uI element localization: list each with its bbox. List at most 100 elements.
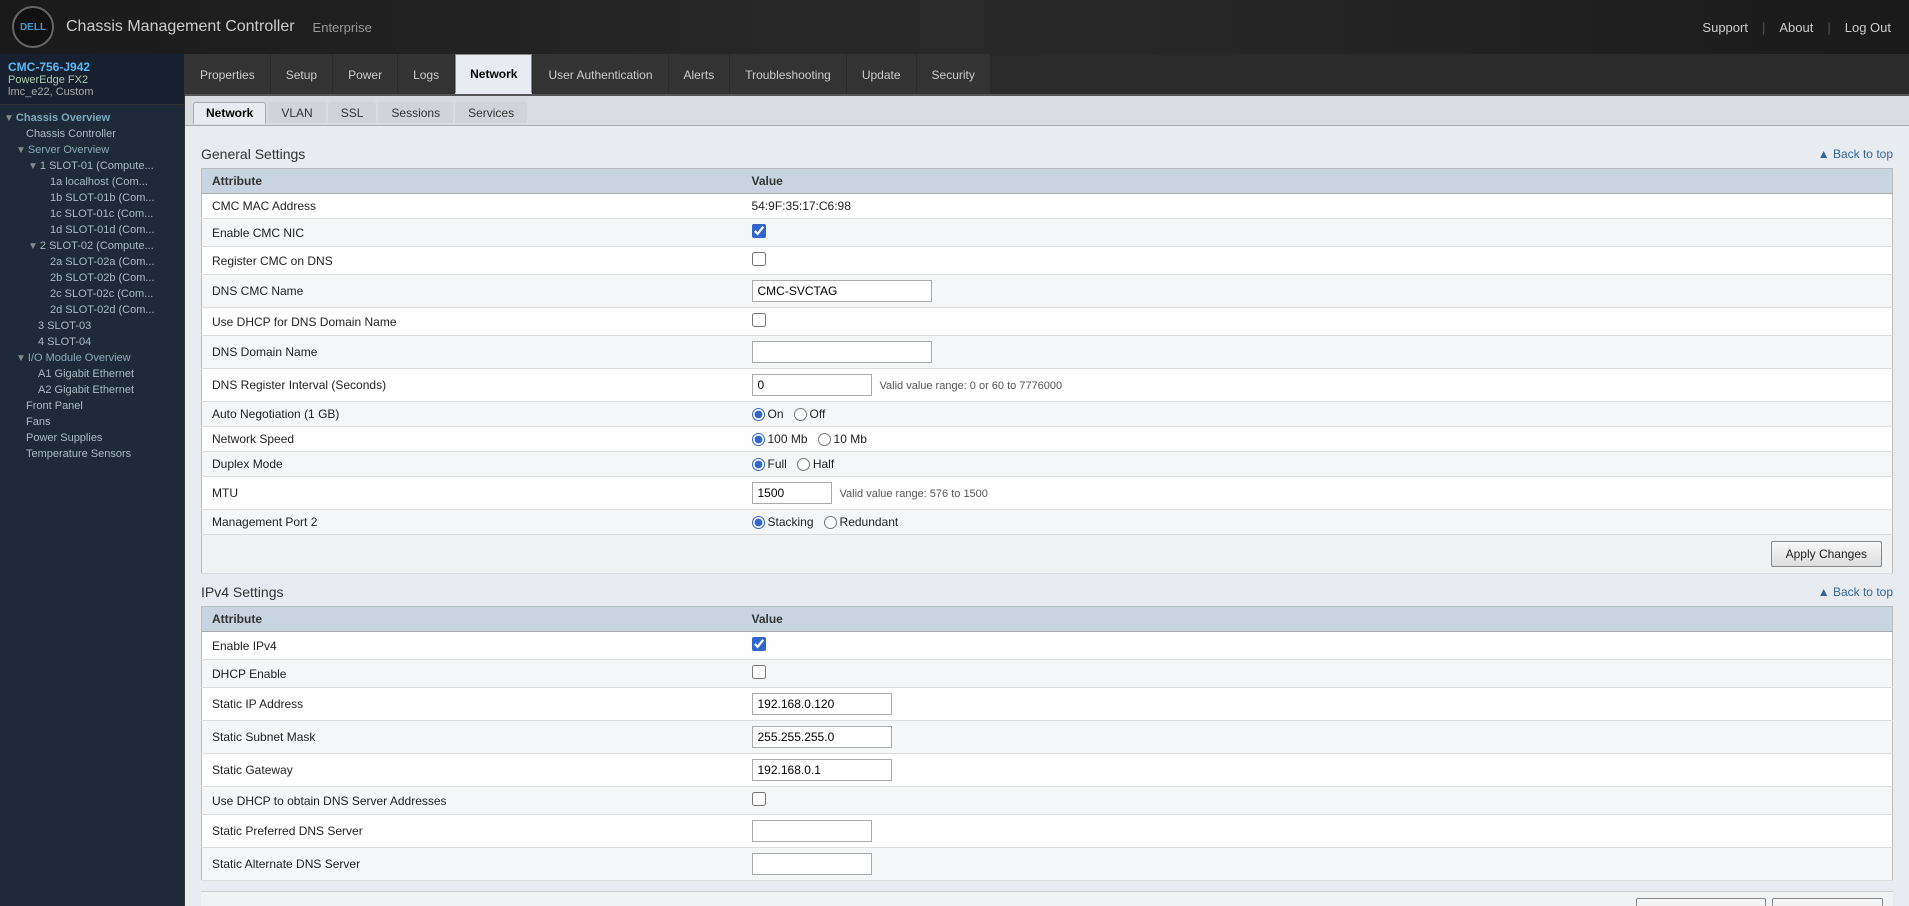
val-cell-4[interactable] <box>742 308 1893 336</box>
checkbox-4[interactable] <box>752 313 766 327</box>
radio-7-Off[interactable] <box>794 408 807 421</box>
sidebar-item-8[interactable]: ▼2 SLOT-02 (Compute... <box>0 238 184 254</box>
sidebar-item-4[interactable]: 1a localhost (Com... <box>0 174 184 190</box>
val-cell-6[interactable]: Valid value range: 0 or 60 to 7776000 <box>742 369 1893 402</box>
val-cell-7[interactable]: OnOff <box>742 402 1893 427</box>
tab-setup[interactable]: Setup <box>271 54 332 94</box>
val-cell-2[interactable] <box>742 688 1893 721</box>
dell-logo: DELL <box>12 6 54 48</box>
about-link[interactable]: About <box>1773 20 1819 35</box>
sidebar-item-9[interactable]: 2a SLOT-02a (Com... <box>0 254 184 270</box>
input-text-3[interactable] <box>752 726 892 748</box>
val-cell-8[interactable]: 100 Mb10 Mb <box>742 427 1893 452</box>
val-cell-11[interactable]: StackingRedundant <box>742 510 1893 535</box>
table-row: Static Gateway <box>202 754 1893 787</box>
sidebar-item-12[interactable]: 2d SLOT-02d (Com... <box>0 302 184 318</box>
val-cell-6[interactable] <box>742 815 1893 848</box>
input-text-3[interactable] <box>752 280 932 302</box>
checkbox-0[interactable] <box>752 637 766 651</box>
sub-tab-ssl[interactable]: SSL <box>328 102 377 123</box>
sub-tab-services[interactable]: Services <box>455 102 527 123</box>
sidebar-item-18[interactable]: Front Panel <box>0 398 184 414</box>
attr-cell-4: Static Gateway <box>202 754 742 787</box>
sidebar-item-14[interactable]: 4 SLOT-04 <box>0 334 184 350</box>
tab-logs[interactable]: Logs <box>398 54 454 94</box>
val-cell-10[interactable]: Valid value range: 576 to 1500 <box>742 477 1893 510</box>
input-number-6[interactable] <box>752 374 872 396</box>
input-text-2[interactable] <box>752 693 892 715</box>
val-cell-2[interactable] <box>742 247 1893 275</box>
radio-11-Stacking[interactable] <box>752 516 765 529</box>
input-text-6[interactable] <box>752 820 872 842</box>
checkbox-5[interactable] <box>752 792 766 806</box>
sub-tab-sessions[interactable]: Sessions <box>378 102 453 123</box>
attr-cell-9: Duplex Mode <box>202 452 742 477</box>
val-cell-7[interactable] <box>742 848 1893 881</box>
val-cell-3[interactable] <box>742 721 1893 754</box>
advanced-settings-button[interactable]: Advanced Settings <box>1636 898 1766 906</box>
sidebar-item-0[interactable]: ▼Chassis Overview <box>0 109 184 126</box>
radio-11-Redundant[interactable] <box>824 516 837 529</box>
attr-cell-5: DNS Domain Name <box>202 336 742 369</box>
table-row: DNS Domain Name <box>202 336 1893 369</box>
val-cell-4[interactable] <box>742 754 1893 787</box>
tab-power[interactable]: Power <box>333 54 397 94</box>
sub-tab-network[interactable]: Network <box>193 102 266 124</box>
tab-alerts[interactable]: Alerts <box>669 54 730 94</box>
radio-9-Half[interactable] <box>797 458 810 471</box>
attr-cell-1: Enable CMC NIC <box>202 219 742 247</box>
tab-properties[interactable]: Properties <box>185 54 270 94</box>
tab-troubleshooting[interactable]: Troubleshooting <box>730 54 846 94</box>
radio-8-10 Mb[interactable] <box>818 433 831 446</box>
sidebar-item-6[interactable]: 1c SLOT-01c (Com... <box>0 206 184 222</box>
ipv4-apply-changes-button[interactable]: Apply Changes <box>1772 898 1883 906</box>
sidebar-item-16[interactable]: A1 Gigabit Ethernet <box>0 366 184 382</box>
checkbox-2[interactable] <box>752 252 766 266</box>
val-cell-0: 54:9F:35:17:C6:98 <box>742 194 1893 219</box>
sidebar-item-3[interactable]: ▼1 SLOT-01 (Compute... <box>0 158 184 174</box>
tab-security[interactable]: Security <box>917 54 990 94</box>
sidebar-item-11[interactable]: 2c SLOT-02c (Com... <box>0 286 184 302</box>
sidebar-item-17[interactable]: A2 Gigabit Ethernet <box>0 382 184 398</box>
layout: CMC-756-J942 PowerEdge FX2 lmc_e22, Cust… <box>0 54 1909 906</box>
radio-8-100 Mb[interactable] <box>752 433 765 446</box>
input-text-5[interactable] <box>752 341 932 363</box>
checkbox-1[interactable] <box>752 224 766 238</box>
tab-network[interactable]: Network <box>455 54 532 94</box>
val-cell-5[interactable] <box>742 787 1893 815</box>
val-cell-9[interactable]: FullHalf <box>742 452 1893 477</box>
radio-7-On[interactable] <box>752 408 765 421</box>
checkbox-1[interactable] <box>752 665 766 679</box>
input-number-10[interactable] <box>752 482 832 504</box>
logout-link[interactable]: Log Out <box>1839 20 1897 35</box>
sidebar-item-15[interactable]: ▼I/O Module Overview <box>0 350 184 366</box>
sidebar-item-21[interactable]: Temperature Sensors <box>0 446 184 462</box>
sidebar-item-5[interactable]: 1b SLOT-01b (Com... <box>0 190 184 206</box>
val-cell-5[interactable] <box>742 336 1893 369</box>
val-cell-0[interactable] <box>742 632 1893 660</box>
sidebar-item-10[interactable]: 2b SLOT-02b (Com... <box>0 270 184 286</box>
sidebar-item-20[interactable]: Power Supplies <box>0 430 184 446</box>
ipv4-back-to-top[interactable]: ▲ Back to top <box>1818 585 1893 599</box>
table-row: Static IP Address <box>202 688 1893 721</box>
sidebar-item-13[interactable]: 3 SLOT-03 <box>0 318 184 334</box>
sidebar-item-19[interactable]: Fans <box>0 414 184 430</box>
sidebar-item-7[interactable]: 1d SLOT-01d (Com... <box>0 222 184 238</box>
support-link[interactable]: Support <box>1696 20 1754 35</box>
input-text-7[interactable] <box>752 853 872 875</box>
input-text-4[interactable] <box>752 759 892 781</box>
general-back-to-top[interactable]: ▲ Back to top <box>1818 147 1893 161</box>
val-cell-1[interactable] <box>742 660 1893 688</box>
tab-update[interactable]: Update <box>847 54 916 94</box>
general-apply-changes-button[interactable]: Apply Changes <box>1771 541 1882 567</box>
sidebar-item-1[interactable]: Chassis Controller <box>0 126 184 142</box>
attr-cell-6: DNS Register Interval (Seconds) <box>202 369 742 402</box>
val-cell-3[interactable] <box>742 275 1893 308</box>
ipv4-btn-row: Advanced Settings Apply Changes <box>201 891 1893 906</box>
val-cell-1[interactable] <box>742 219 1893 247</box>
sub-tab-vlan[interactable]: VLAN <box>268 102 325 123</box>
sidebar-item-2[interactable]: ▼Server Overview <box>0 142 184 158</box>
tab-user-auth[interactable]: User Authentication <box>533 54 667 94</box>
general-col-value: Value <box>742 169 1893 194</box>
radio-9-Full[interactable] <box>752 458 765 471</box>
